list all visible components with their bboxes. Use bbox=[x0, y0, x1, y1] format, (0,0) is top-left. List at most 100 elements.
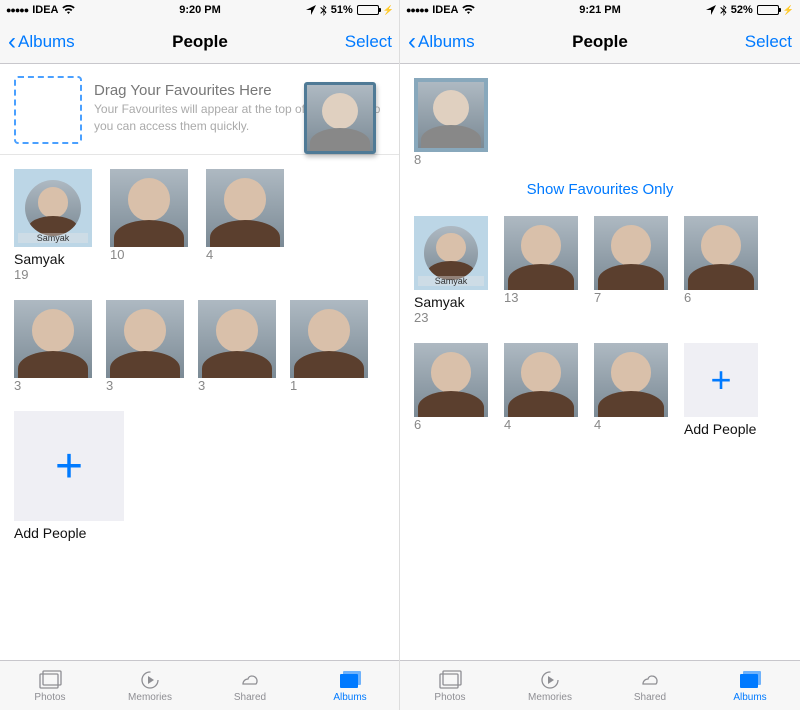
select-button[interactable]: Select bbox=[745, 32, 792, 52]
tab-label: Memories bbox=[528, 692, 572, 703]
person-tile[interactable]: 6 bbox=[684, 216, 758, 325]
tab-albums[interactable]: Albums bbox=[300, 661, 400, 710]
page-title: People bbox=[172, 32, 228, 52]
battery-pct: 52% bbox=[731, 4, 753, 16]
person-tile[interactable]: 1 bbox=[290, 300, 368, 393]
person-count: 6 bbox=[414, 417, 488, 432]
add-people-button[interactable]: + Add People bbox=[14, 411, 124, 541]
people-row-1: Samyak Samyak 19 10 4 bbox=[0, 169, 400, 282]
back-label: Albums bbox=[418, 32, 475, 52]
favourites-dropzone[interactable]: Drag Your Favourites Here Your Favourite… bbox=[14, 76, 386, 144]
charging-icon: ⚡ bbox=[783, 5, 794, 16]
show-favourites-button[interactable]: Show Favourites Only bbox=[400, 167, 800, 216]
people-row-2: 3 3 3 1 bbox=[0, 300, 400, 393]
tab-label: Memories bbox=[128, 692, 172, 703]
page-title: People bbox=[572, 32, 628, 52]
battery-icon bbox=[357, 5, 379, 15]
albums-icon bbox=[337, 669, 363, 691]
back-button[interactable]: ‹ Albums bbox=[8, 32, 75, 52]
person-count: 3 bbox=[14, 378, 92, 393]
person-inner-label: Samyak bbox=[18, 233, 88, 243]
people-row-2: 6 4 4 + Add People bbox=[400, 343, 800, 437]
favourite-person-tile[interactable]: 8 bbox=[414, 78, 488, 167]
person-tile[interactable]: 4 bbox=[206, 169, 284, 282]
select-button[interactable]: Select bbox=[345, 32, 392, 52]
content-area: 8 Show Favourites Only Samyak Samyak 23 … bbox=[400, 64, 800, 660]
tab-label: Photos bbox=[434, 692, 465, 703]
carrier-label: IDEA bbox=[32, 4, 58, 16]
person-tile[interactable]: 10 bbox=[110, 169, 188, 282]
shared-icon bbox=[637, 669, 663, 691]
person-tile[interactable]: 4 bbox=[594, 343, 668, 437]
add-people-label: Add People bbox=[14, 525, 124, 541]
nav-bar: ‹ Albums People Select bbox=[0, 20, 400, 64]
tab-memories[interactable]: Memories bbox=[100, 661, 200, 710]
person-name: Samyak bbox=[14, 251, 92, 267]
tab-shared[interactable]: Shared bbox=[200, 661, 300, 710]
photos-icon bbox=[437, 669, 463, 691]
person-count: 10 bbox=[110, 247, 188, 262]
tab-albums[interactable]: Albums bbox=[700, 661, 800, 710]
tab-shared[interactable]: Shared bbox=[600, 661, 700, 710]
add-people-label: Add People bbox=[684, 421, 758, 437]
person-tile[interactable]: Samyak Samyak 23 bbox=[414, 216, 488, 325]
signal-dots-icon: ●●●●● bbox=[406, 5, 428, 15]
tab-label: Shared bbox=[634, 692, 666, 703]
person-tile[interactable]: 6 bbox=[414, 343, 488, 437]
photos-icon bbox=[37, 669, 63, 691]
charging-icon: ⚡ bbox=[383, 5, 394, 16]
signal-dots-icon: ●●●●● bbox=[6, 5, 28, 15]
person-count: 13 bbox=[504, 290, 578, 305]
tab-photos[interactable]: Photos bbox=[0, 661, 100, 710]
bluetooth-icon bbox=[320, 5, 327, 16]
person-count: 4 bbox=[504, 417, 578, 432]
plus-icon: + bbox=[55, 439, 83, 494]
person-tile[interactable]: 4 bbox=[504, 343, 578, 437]
nav-bar: ‹ Albums People Select bbox=[400, 20, 800, 64]
status-bar: ●●●●● IDEA 9:21 PM 52% ⚡ bbox=[400, 0, 800, 20]
battery-pct: 51% bbox=[331, 4, 353, 16]
memories-icon bbox=[137, 669, 163, 691]
tab-label: Albums bbox=[733, 692, 766, 703]
person-count: 6 bbox=[684, 290, 758, 305]
shared-icon bbox=[237, 669, 263, 691]
person-tile[interactable]: 3 bbox=[14, 300, 92, 393]
person-count: 4 bbox=[206, 247, 284, 262]
person-tile[interactable]: 3 bbox=[198, 300, 276, 393]
people-row-1: Samyak Samyak 23 13 7 6 bbox=[400, 216, 800, 325]
person-tile[interactable]: 7 bbox=[594, 216, 668, 325]
person-count: 8 bbox=[414, 152, 488, 167]
screen-right: ●●●●● IDEA 9:21 PM 52% ⚡ ‹ Albums People… bbox=[400, 0, 800, 710]
person-tile[interactable]: 13 bbox=[504, 216, 578, 325]
bluetooth-icon bbox=[720, 5, 727, 16]
person-count: 7 bbox=[594, 290, 668, 305]
tab-bar: Photos Memories Shared Albums bbox=[400, 660, 800, 710]
tab-memories[interactable]: Memories bbox=[500, 661, 600, 710]
person-tile[interactable]: 3 bbox=[106, 300, 184, 393]
tab-photos[interactable]: Photos bbox=[400, 661, 500, 710]
back-button[interactable]: ‹ Albums bbox=[408, 32, 475, 52]
location-icon bbox=[706, 5, 716, 15]
tab-label: Shared bbox=[234, 692, 266, 703]
person-name: Samyak bbox=[414, 294, 488, 310]
tab-label: Photos bbox=[34, 692, 65, 703]
person-tile[interactable]: Samyak Samyak 19 bbox=[14, 169, 92, 282]
add-people-button[interactable]: + Add People bbox=[684, 343, 758, 437]
location-icon bbox=[306, 5, 316, 15]
person-count: 4 bbox=[594, 417, 668, 432]
wifi-icon bbox=[62, 5, 75, 15]
person-count: 3 bbox=[106, 378, 184, 393]
clock: 9:21 PM bbox=[579, 4, 621, 16]
screen-left: ●●●●● IDEA 9:20 PM 51% ⚡ ‹ Albums People… bbox=[0, 0, 400, 710]
albums-icon bbox=[737, 669, 763, 691]
person-count: 3 bbox=[198, 378, 276, 393]
person-inner-label: Samyak bbox=[418, 276, 484, 286]
memories-icon bbox=[537, 669, 563, 691]
dragging-person-thumbnail[interactable] bbox=[304, 82, 376, 154]
clock: 9:20 PM bbox=[179, 4, 221, 16]
person-count: 1 bbox=[290, 378, 368, 393]
battery-icon bbox=[757, 5, 779, 15]
drop-target[interactable] bbox=[14, 76, 82, 144]
tab-label: Albums bbox=[333, 692, 366, 703]
plus-icon: + bbox=[710, 359, 731, 401]
